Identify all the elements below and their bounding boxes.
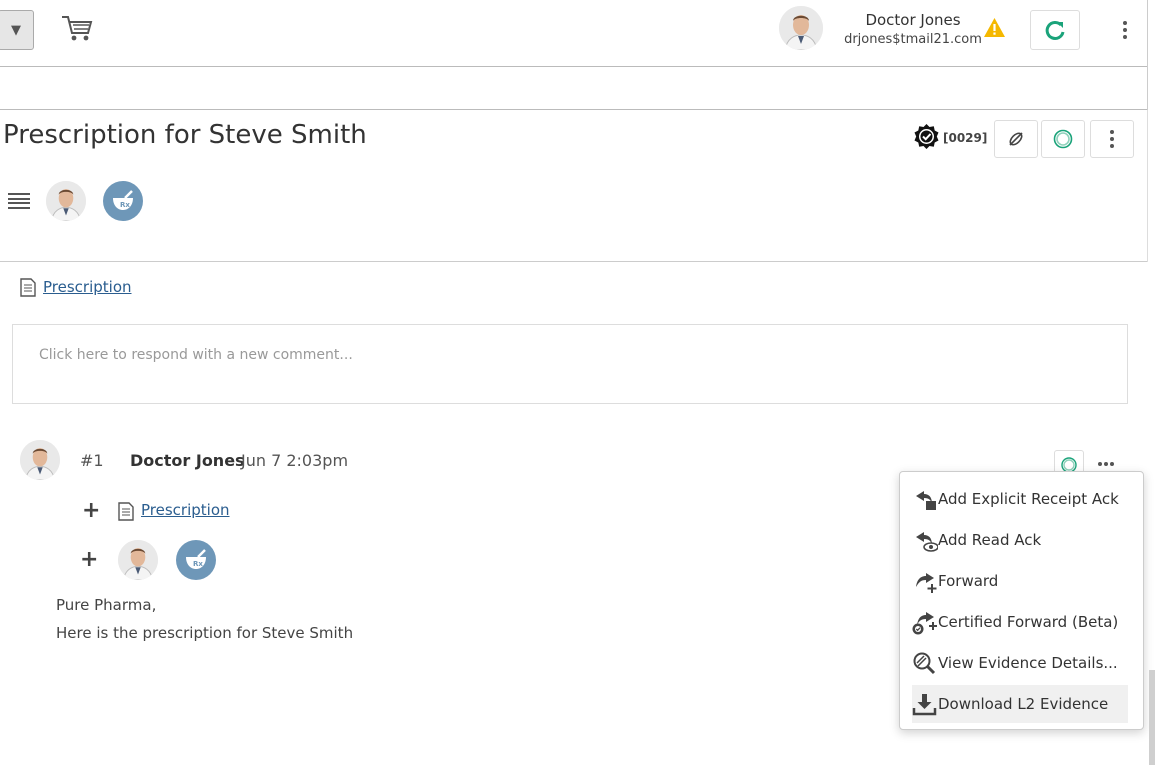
sequence-number: [0029] — [943, 131, 988, 145]
download-icon — [912, 694, 937, 716]
status-ring-icon — [1053, 129, 1073, 149]
participant-avatar[interactable] — [46, 181, 86, 221]
user-name: Doctor Jones — [865, 11, 961, 29]
dropdown-arrow-icon: ▼ — [11, 22, 21, 38]
message-more-icon[interactable] — [1098, 458, 1118, 470]
message-author-avatar[interactable] — [20, 440, 60, 480]
scrollbar[interactable] — [1149, 670, 1155, 765]
page-title: Prescription for Steve Smith — [3, 120, 367, 150]
menu-item-label: View Evidence Details... — [938, 654, 1118, 672]
message-date: Jun 7 2:03pm — [241, 451, 349, 470]
unlink-button[interactable] — [994, 120, 1038, 158]
menu-item-add-read-ack[interactable]: Add Read Ack — [912, 521, 1128, 559]
menu-dropdown-toggle[interactable]: ▼ — [0, 10, 34, 50]
certified-forward-icon — [912, 612, 937, 635]
cart-icon[interactable] — [60, 13, 94, 43]
add-recipient-icon[interactable]: + — [80, 547, 98, 572]
attachment-link[interactable]: Prescription — [43, 278, 132, 296]
menu-item-add-explicit-receipt-ack[interactable]: Add Explicit Receipt Ack — [912, 480, 1128, 518]
menu-item-view-evidence-details[interactable]: View Evidence Details... — [912, 644, 1128, 682]
receipt-ack-icon — [916, 491, 936, 510]
certified-seal-icon — [912, 123, 941, 152]
forward-icon — [916, 573, 937, 593]
menu-item-label: Certified Forward (Beta) — [938, 613, 1119, 631]
user-avatar[interactable] — [779, 6, 823, 50]
menu-item-label: Add Read Ack — [938, 531, 1042, 549]
menu-item-download-l2-evidence[interactable]: Download L2 Evidence — [912, 685, 1128, 723]
comment-input[interactable]: Click here to respond with a new comment… — [12, 324, 1128, 404]
pharmacy-rx-icon[interactable]: Rx — [103, 181, 143, 221]
warning-icon[interactable] — [983, 17, 1006, 38]
menu-item-certified-forward[interactable]: Certified Forward (Beta) — [912, 603, 1128, 641]
read-ack-icon — [916, 532, 938, 552]
divider — [0, 109, 1147, 110]
status-ring-icon — [1061, 457, 1077, 473]
divider — [0, 261, 1147, 262]
divider — [0, 66, 1147, 67]
unlink-icon — [1009, 132, 1023, 146]
message-body-line: Here is the prescription for Steve Smith — [56, 624, 354, 642]
document-icon — [118, 502, 134, 521]
message-author: Doctor Jones — [130, 451, 245, 470]
menu-item-label: Forward — [938, 572, 999, 590]
message-body-line: Pure Pharma, — [56, 596, 157, 614]
recipient-avatar[interactable] — [118, 540, 158, 580]
svg-text:Rx: Rx — [120, 201, 130, 209]
message-actions-menu: Add Explicit Receipt Ack Add Read Ack Fo… — [899, 471, 1144, 730]
add-attachment-icon[interactable]: + — [82, 498, 100, 523]
pharmacy-rx-icon[interactable]: Rx — [176, 540, 216, 580]
thread-kebab-icon[interactable] — [1090, 120, 1134, 158]
divider — [1147, 110, 1148, 262]
status-button[interactable] — [1041, 120, 1085, 158]
refresh-icon — [1045, 20, 1065, 40]
menu-item-label: Download L2 Evidence — [938, 695, 1109, 713]
menu-item-forward[interactable]: Forward — [912, 562, 1128, 600]
message-number: #1 — [80, 451, 104, 470]
divider — [1147, 0, 1148, 110]
document-icon — [20, 278, 36, 297]
menu-item-label: Add Explicit Receipt Ack — [938, 490, 1119, 508]
svg-text:Rx: Rx — [193, 560, 203, 568]
evidence-search-icon — [913, 652, 936, 675]
message-attachment-link[interactable]: Prescription — [141, 501, 230, 519]
user-email: drjones$tmail21.com — [844, 32, 982, 47]
kebab-icon[interactable] — [1115, 12, 1135, 48]
list-icon[interactable] — [8, 193, 30, 209]
refresh-button[interactable] — [1030, 10, 1080, 50]
